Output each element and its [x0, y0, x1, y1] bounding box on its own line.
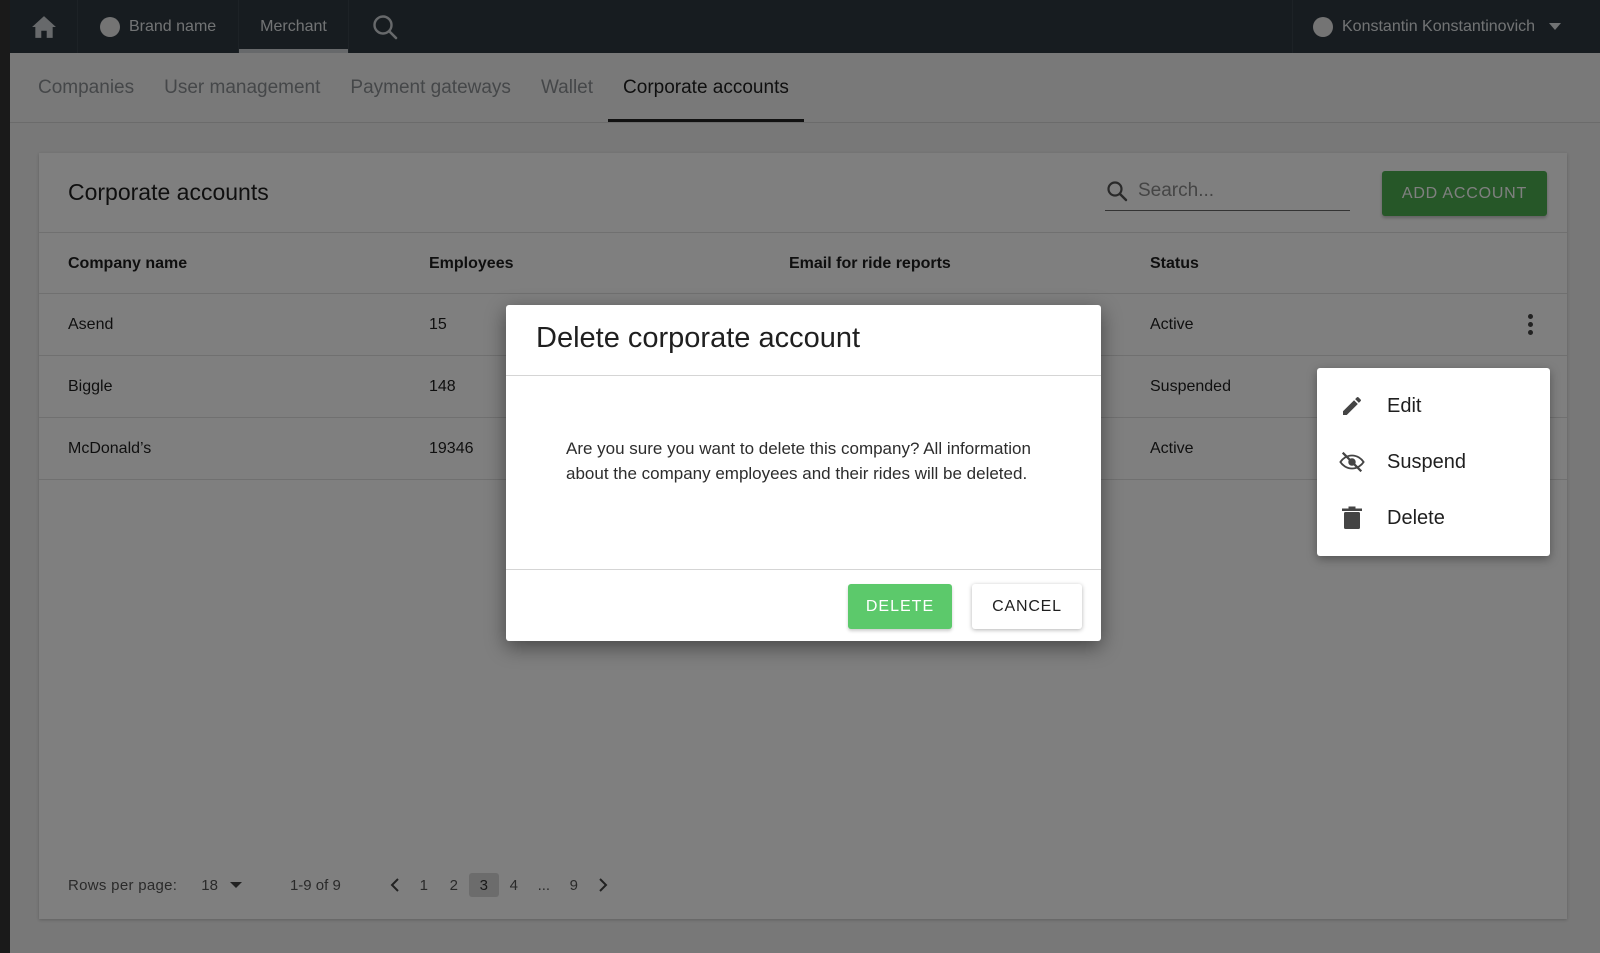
menu-item-edit[interactable]: Edit — [1317, 378, 1550, 434]
pencil-icon — [1339, 393, 1365, 419]
trash-icon — [1339, 505, 1365, 531]
menu-item-label: Delete — [1387, 506, 1445, 529]
menu-item-delete[interactable]: Delete — [1317, 490, 1550, 546]
dialog-actions: DELETE CANCEL — [506, 569, 1101, 641]
delete-dialog: Delete corporate account Are you sure yo… — [506, 305, 1101, 641]
app-window: Brand name Merchant Konstantin Konstanti… — [10, 0, 1600, 953]
menu-item-label: Suspend — [1387, 450, 1466, 473]
dialog-title: Delete corporate account — [506, 305, 1101, 376]
menu-item-suspend[interactable]: Suspend — [1317, 434, 1550, 490]
menu-item-label: Edit — [1387, 394, 1422, 417]
cancel-button[interactable]: CANCEL — [972, 584, 1082, 629]
row-actions-menu: Edit Suspend Delete — [1317, 368, 1550, 556]
dialog-message: Are you sure you want to delete this com… — [566, 439, 1031, 483]
confirm-delete-button[interactable]: DELETE — [848, 584, 952, 629]
eye-off-icon — [1339, 449, 1365, 475]
